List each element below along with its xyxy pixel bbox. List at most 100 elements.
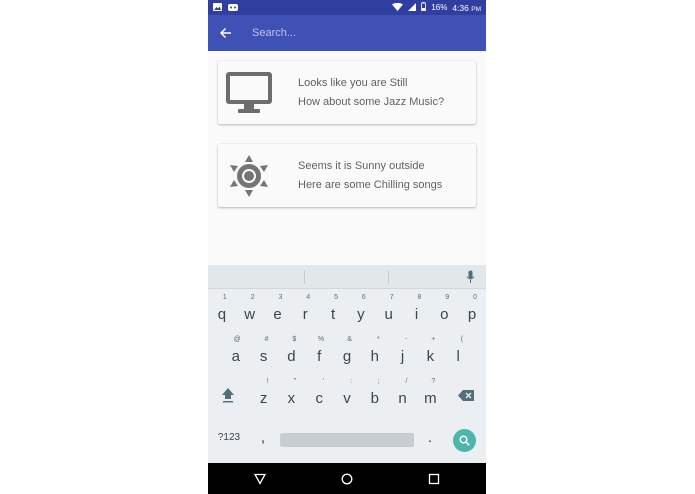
key-v[interactable]: :v <box>333 374 361 416</box>
key-hint: 0 <box>473 294 477 301</box>
key-hint: ( <box>460 336 464 343</box>
comma-key[interactable]: , <box>253 416 273 458</box>
suggestion-divider <box>304 270 305 284</box>
key-n[interactable]: / n <box>389 374 417 416</box>
key-hint: + <box>431 336 436 343</box>
symbols-key[interactable]: ?123 <box>212 416 246 458</box>
key-b[interactable]: ; b <box>361 374 389 416</box>
back-button[interactable] <box>208 15 244 51</box>
key-hint: 8 <box>417 294 422 301</box>
app-bar <box>208 15 486 51</box>
key-g[interactable]: & g <box>333 332 361 374</box>
key-hint: 4 <box>306 294 311 301</box>
key-label: z <box>259 389 268 407</box>
navigation-bar <box>208 463 486 494</box>
key-hint: % <box>317 336 325 343</box>
card-title: Seems it is Sunny outside <box>298 159 425 172</box>
home-circle-icon <box>341 473 353 484</box>
key-label: i <box>414 305 419 323</box>
key-o[interactable]: 9o <box>430 290 458 332</box>
key-k[interactable]: + k <box>417 332 445 374</box>
card-title: Looks like you are Still <box>298 76 408 89</box>
key-hint: & <box>347 336 352 343</box>
key-r[interactable]: 4r <box>291 290 319 332</box>
key-p[interactable]: 0p <box>458 290 486 332</box>
wifi-icon <box>392 2 404 13</box>
key-hint: : <box>349 378 352 385</box>
key-hint: / <box>405 378 408 385</box>
key-label: o <box>440 305 449 323</box>
key-f[interactable]: % f <box>305 332 333 374</box>
key-label: q <box>217 305 227 323</box>
key-label: p <box>467 305 477 323</box>
suggestion-strip <box>208 265 486 289</box>
nav-home-button[interactable] <box>327 463 367 494</box>
key-hint: 5 <box>334 294 338 301</box>
nav-recents-button[interactable] <box>414 463 454 494</box>
soft-keyboard: 1q2w3e4r5t6y7u8i9o0p @ a # s $ d% f & g * h - j + k(l … <box>208 265 486 463</box>
key-hint: * <box>376 336 380 343</box>
back-triangle-icon <box>254 473 266 485</box>
key-label: j <box>400 347 405 365</box>
key-t[interactable]: 5t <box>319 290 347 332</box>
key-label: y <box>357 305 365 323</box>
clock-time: 4:36 PM <box>452 2 481 13</box>
key-l[interactable]: (l <box>444 332 472 374</box>
key-label: s <box>259 347 268 365</box>
battery-percent: 16% <box>431 3 448 12</box>
space-key[interactable] <box>280 433 414 447</box>
key-hint: ' <box>322 378 325 385</box>
key-hint: @ <box>233 336 241 343</box>
key-u[interactable]: 7u <box>375 290 403 332</box>
search-input[interactable] <box>252 27 452 39</box>
key-w[interactable]: 2w <box>236 290 264 332</box>
key-label: v <box>343 389 351 407</box>
key-label: m <box>424 389 437 407</box>
key-e[interactable]: 3e <box>264 290 292 332</box>
key-a[interactable]: @ a <box>222 332 250 374</box>
key-hint: 2 <box>250 294 255 301</box>
key-h[interactable]: * h <box>361 332 389 374</box>
key-label: h <box>370 347 379 365</box>
key-label: b <box>370 389 379 407</box>
key-s[interactable]: # s <box>250 332 278 374</box>
key-hint: 7 <box>389 294 394 301</box>
key-label: w <box>244 305 256 323</box>
key-y[interactable]: 6y <box>347 290 375 332</box>
signal-icon <box>408 2 417 13</box>
key-d[interactable]: $ d <box>278 332 306 374</box>
image-icon <box>213 2 222 13</box>
key-q[interactable]: 1q <box>208 290 236 332</box>
keyboard-row-1: 1q2w3e4r5t6y7u8i9o0p <box>208 290 486 332</box>
key-hint: " <box>293 378 297 385</box>
shift-key[interactable] <box>208 374 248 416</box>
key-label: r <box>302 305 308 323</box>
key-x[interactable]: " x <box>278 374 306 416</box>
delete-key[interactable] <box>446 374 486 416</box>
key-label: d <box>287 347 296 365</box>
search-icon <box>459 435 470 446</box>
search-enter-key[interactable] <box>453 429 476 452</box>
keyboard-row-3: ! z " x ' c: v; b / n? m <box>208 374 486 416</box>
backspace-icon <box>458 389 474 401</box>
period-key[interactable]: . <box>420 416 440 458</box>
key-i[interactable]: 8i <box>403 290 431 332</box>
key-label: k <box>426 347 435 365</box>
key-j[interactable]: -j <box>389 332 417 374</box>
key-label: l <box>456 347 460 365</box>
recommendation-card-still[interactable]: Looks like you are Still How about some … <box>218 61 476 124</box>
nav-back-button[interactable] <box>240 463 280 494</box>
key-label: e <box>273 305 282 323</box>
recommendation-card-sunny[interactable]: Seems it is Sunny outside Here are some … <box>218 144 476 207</box>
key-hint: ! <box>266 378 269 385</box>
key-hint: # <box>264 336 269 343</box>
key-hint: 1 <box>222 294 227 301</box>
monitor-icon <box>218 61 280 124</box>
key-m[interactable]: ? m <box>417 374 445 416</box>
card-text: Looks like you are Still How about some … <box>298 74 444 112</box>
key-c[interactable]: ' c <box>305 374 333 416</box>
key-hint: 3 <box>278 294 283 301</box>
key-label: n <box>398 389 407 407</box>
mic-icon[interactable] <box>466 270 475 289</box>
key-z[interactable]: ! z <box>250 374 278 416</box>
